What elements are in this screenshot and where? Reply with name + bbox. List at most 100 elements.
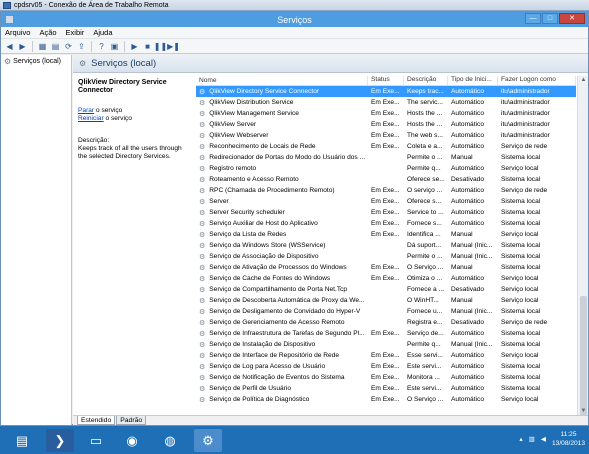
table-row[interactable]: ⚙ Serviço da Lista de Redes Em Exe... Ident… bbox=[196, 229, 576, 240]
service-name-text: Serviço de Política de Diagnóstico bbox=[209, 396, 310, 403]
service-description: Fornece s... bbox=[407, 220, 442, 227]
table-row[interactable]: ⚙ Redirecionador de Portas do Modo do Usu… bbox=[196, 152, 576, 163]
table-row[interactable]: ⚙ Server Em Exe... Oferece s... Automático Si… bbox=[196, 196, 576, 207]
volume-icon[interactable]: ◀ bbox=[541, 435, 546, 443]
stop-service-icon[interactable]: ■ bbox=[142, 41, 153, 52]
service-name-text: Serviço de Gerenciamento de Acesso Remot… bbox=[209, 319, 345, 326]
services-taskbar-icon[interactable]: ⚙ bbox=[194, 429, 222, 452]
service-name: ⚙ Redirecionador de Portas do Modo do Usu… bbox=[196, 154, 368, 162]
close-button[interactable]: ✕ bbox=[559, 13, 585, 24]
service-description: Este servi... bbox=[407, 363, 442, 370]
restart-service-icon[interactable]: ▶❚ bbox=[167, 41, 180, 52]
table-row[interactable]: ⚙ Serviço de Associação de Dispositivo Per… bbox=[196, 251, 576, 262]
column-header-description[interactable]: Descrição bbox=[404, 76, 448, 85]
service-name-text: Reconhecimento de Locais de Rede bbox=[209, 143, 316, 150]
tray-chevron-icon[interactable]: ▴ bbox=[519, 435, 522, 443]
tab-padrao[interactable]: Padrão bbox=[116, 416, 147, 425]
qlikview-icon[interactable]: ◍ bbox=[156, 429, 184, 452]
table-row[interactable]: ⚙ Serviço Auxiliar de Host do Aplicativo E… bbox=[196, 218, 576, 229]
services-app-icon[interactable] bbox=[5, 15, 14, 24]
service-status: Em Exe... bbox=[371, 121, 400, 128]
service-startup-type: Manual (Inic... bbox=[451, 308, 493, 315]
table-row[interactable]: ⚙ RPC (Chamada de Procedimento Remoto) Em … bbox=[196, 185, 576, 196]
file-explorer-icon[interactable]: ▭ bbox=[82, 429, 110, 452]
table-row[interactable]: ⚙ Reconhecimento de Locais de Rede Em Exe.… bbox=[196, 141, 576, 152]
table-row[interactable]: ⚙ Serviço de Instalação de Dispositivo Per… bbox=[196, 339, 576, 350]
service-logon: Serviço local bbox=[501, 165, 539, 172]
pause-service-icon[interactable]: ❚❚ bbox=[154, 41, 167, 52]
scroll-up-icon[interactable]: ▲ bbox=[580, 77, 587, 84]
column-header-logon-as[interactable]: Fazer Logon como bbox=[498, 76, 576, 85]
server-manager-icon[interactable]: ▤ bbox=[8, 429, 36, 452]
maximize-button[interactable]: □ bbox=[542, 13, 558, 24]
service-description: Hosts the ... bbox=[407, 121, 443, 128]
table-row[interactable]: ⚙ QlikView Distribution Service Em Exe... T… bbox=[196, 97, 576, 108]
table-row[interactable]: ⚙ Serviço de Descoberta Automática de Pro… bbox=[196, 295, 576, 306]
minimize-button[interactable]: — bbox=[525, 13, 541, 24]
back-arrow-icon[interactable]: ◀ bbox=[4, 41, 15, 52]
table-row[interactable]: ⚙ QlikView Directory Service Connector Em … bbox=[196, 86, 576, 97]
menu-arquivo[interactable]: Arquivo bbox=[5, 28, 30, 37]
menu-exibir[interactable]: Exibir bbox=[66, 28, 85, 37]
table-row[interactable]: ⚙ Serviço de Ativação de Processos do Win… bbox=[196, 262, 576, 273]
table-row[interactable]: ⚙ QlikView Management Service Em Exe... Hos… bbox=[196, 108, 576, 119]
service-logon: Sistema local bbox=[501, 363, 541, 370]
table-row[interactable]: ⚙ Serviço de Perfil de Usuário Em Exe... Es… bbox=[196, 383, 576, 394]
table-row[interactable]: ⚙ Serviço de Infraestrutura de Tarefas de… bbox=[196, 328, 576, 339]
service-name-text: QlikView Webserver bbox=[209, 132, 269, 139]
forward-arrow-icon[interactable]: ▶ bbox=[17, 41, 28, 52]
selected-service-name: QlikView Directory Service Connector bbox=[78, 79, 167, 94]
scrollbar-thumb[interactable] bbox=[580, 296, 587, 416]
service-startup-type: Automático bbox=[451, 143, 484, 150]
console-tree-icon[interactable]: ▦ bbox=[37, 41, 48, 52]
chrome-icon[interactable]: ◉ bbox=[118, 429, 146, 452]
table-row[interactable]: ⚙ Serviço de Compartilhamento de Porta Ne… bbox=[196, 284, 576, 295]
column-header-status[interactable]: Status bbox=[368, 76, 404, 85]
table-row[interactable]: ⚙ Roteamento e Acesso Remoto Oferece se...… bbox=[196, 174, 576, 185]
service-logon: Sistema local bbox=[501, 385, 541, 392]
tab-estendido[interactable]: Estendido bbox=[77, 416, 116, 425]
table-row[interactable]: ⚙ QlikView Webserver Em Exe... The web s...… bbox=[196, 130, 576, 141]
table-row[interactable]: ⚙ Serviço de Interface de Repositório de … bbox=[196, 350, 576, 361]
vertical-scrollbar[interactable]: ▲ ▼ bbox=[577, 76, 588, 416]
table-row[interactable]: ⚙ Serviço de Gerenciamento de Acesso Remo… bbox=[196, 317, 576, 328]
service-description: O Serviço ... bbox=[407, 264, 444, 271]
tree-item-services-local[interactable]: ⚙ Serviços (local) bbox=[4, 57, 68, 66]
clock[interactable]: 11:25 13/08/2013 bbox=[552, 430, 585, 448]
table-row[interactable]: ⚙ Serviço de Log para Acesso de Usuário Em… bbox=[196, 361, 576, 372]
table-row[interactable]: ⚙ Serviço da Windows Store (WSService) Dá … bbox=[196, 240, 576, 251]
service-name-text: Serviço de Interface de Repositório de R… bbox=[209, 352, 340, 359]
help-icon[interactable]: ? bbox=[96, 41, 107, 52]
window-title-bar[interactable]: Serviços — □ ✕ bbox=[1, 12, 588, 27]
service-gear-icon: ⚙ bbox=[199, 198, 206, 206]
service-name: ⚙ Serviço de Interface de Repositório de … bbox=[196, 352, 368, 360]
service-name-text: QlikView Server bbox=[209, 121, 257, 128]
table-row[interactable]: ⚙ Server Security scheduler Em Exe... Servi… bbox=[196, 207, 576, 218]
service-startup-type: Automático bbox=[451, 165, 484, 172]
powershell-icon[interactable]: ❯ bbox=[46, 429, 74, 452]
table-row[interactable]: ⚙ Serviço de Cache de Fontes do Windows Em… bbox=[196, 273, 576, 284]
export-list-icon[interactable]: ⇪ bbox=[76, 41, 87, 52]
column-header-name[interactable]: Nome bbox=[196, 76, 368, 85]
service-name: ⚙ Serviço de Descoberta Automática de Pro… bbox=[196, 297, 368, 305]
table-row[interactable]: ⚙ QlikView Server Em Exe... Hosts the ... Au… bbox=[196, 119, 576, 130]
service-logon: itu\administrador bbox=[501, 99, 550, 106]
stop-service-link[interactable]: Parar bbox=[78, 107, 94, 114]
network-icon[interactable]: ▥ bbox=[529, 435, 535, 443]
list-view-icon[interactable]: ▤ bbox=[50, 41, 61, 52]
menu-ajuda[interactable]: Ajuda bbox=[93, 28, 112, 37]
menu-acao[interactable]: Ação bbox=[39, 28, 56, 37]
table-row[interactable]: ⚙ Serviço de Notificação de Eventos do Si… bbox=[196, 372, 576, 383]
scroll-down-icon[interactable]: ▼ bbox=[580, 408, 587, 415]
table-row[interactable]: ⚙ Serviço de Política de Diagnóstico Em Ex… bbox=[196, 394, 576, 405]
table-row[interactable]: ⚙ Serviço de Desligamento de Convidado do… bbox=[196, 306, 576, 317]
start-service-icon[interactable]: ▶ bbox=[129, 41, 140, 52]
service-description: O WinHT... bbox=[407, 297, 439, 304]
service-name: ⚙ QlikView Distribution Service bbox=[196, 99, 368, 107]
service-name-text: Serviço de Compartilhamento de Porta Net… bbox=[209, 286, 348, 293]
restart-service-link[interactable]: Reiniciar bbox=[78, 115, 104, 122]
refresh-icon[interactable]: ⟳ bbox=[63, 41, 74, 52]
column-header-startup-type[interactable]: Tipo de Inici... bbox=[448, 76, 498, 85]
properties-icon[interactable]: ▣ bbox=[109, 41, 120, 52]
table-row[interactable]: ⚙ Registro remoto Permite q... Automático Se… bbox=[196, 163, 576, 174]
